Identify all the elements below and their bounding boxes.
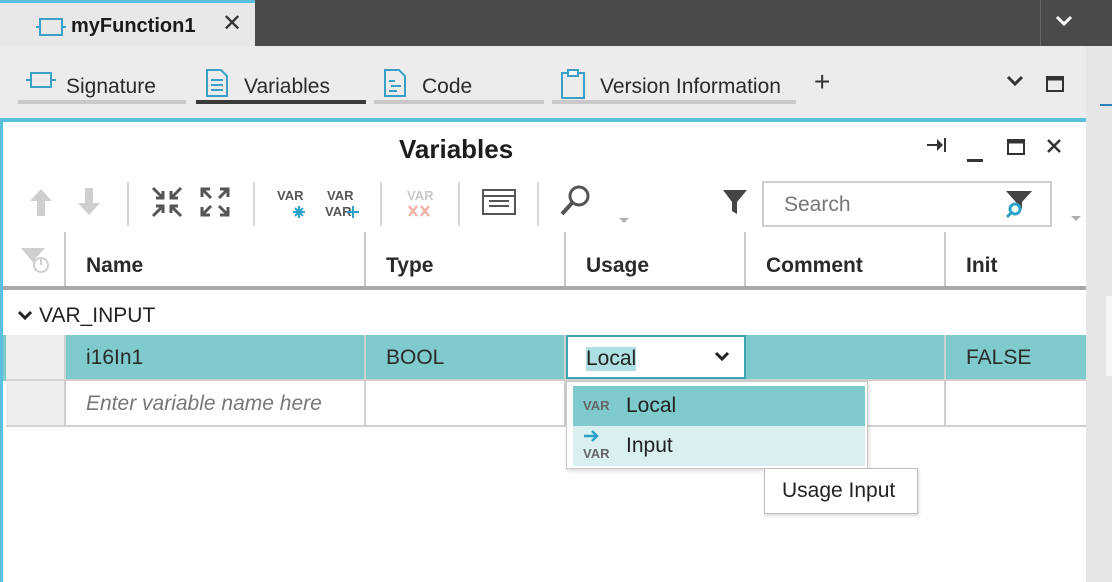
tab-signature-label: Signature [66,75,156,98]
panel-title: Variables [399,134,514,164]
usage-options-menu: VAR Local VAR Input [566,381,868,469]
column-header-type-label: Type [386,254,434,277]
move-up-icon[interactable] [29,187,53,222]
code-icon [382,69,408,102]
column-header-usage[interactable]: Usage [564,232,744,286]
usage-option-input-icon-text: VAR [583,446,610,461]
row-header[interactable] [6,335,66,381]
cell-init-text: FALSE [966,346,1032,369]
search-placeholder: Search [784,193,851,216]
tooltip: Usage Input [764,468,918,514]
var-icon-text: VAR [277,188,304,203]
add-var-icon[interactable]: VAR [275,186,313,225]
var-icon-text: VAR [407,188,434,203]
usage-option-input[interactable]: VAR Input [573,426,865,466]
editor-tab-bar: Signature Variables Code Version Informa… [0,46,1086,118]
tab-version-information-label: Version Information [600,75,781,98]
pin-icon[interactable] [927,137,949,158]
variables-icon [204,69,230,102]
chevron-down-icon[interactable] [17,304,33,321]
find-icon[interactable] [559,184,593,223]
usage-option-local-icon-text: VAR [583,398,610,413]
cell-name[interactable]: i16In1 [64,335,364,381]
clipboard-icon [560,69,586,104]
add-tab-button[interactable]: + [814,68,830,96]
usage-select-value: Local [586,347,637,371]
grid-header: Name Type Usage Comment Init [3,232,1086,290]
filter-icon[interactable] [721,188,749,221]
chevron-down-icon[interactable] [1006,74,1024,92]
add-var-multi-icon[interactable]: VAR VAR [323,186,361,225]
cell-type[interactable]: BOOL [364,335,564,381]
tab-version-information[interactable]: Version Information [552,68,796,104]
function-block-icon [36,16,66,43]
search-input[interactable]: Search [762,181,1052,227]
column-header-comment-label: Comment [766,254,863,277]
minimize-icon[interactable] [967,150,983,168]
usage-option-local-label: Local [626,394,677,417]
new-variable-row[interactable]: Enter variable name here [3,381,1086,427]
collapse-all-icon[interactable] [151,186,183,223]
cell-comment[interactable] [744,335,944,381]
column-header-init[interactable]: Init [944,232,1086,286]
group-row-var-input[interactable]: VAR_INPUT [17,304,155,328]
column-header-name[interactable]: Name [64,232,364,286]
column-header-init-label: Init [966,254,998,277]
close-icon[interactable]: ✕ [222,12,242,36]
tab-signature[interactable]: Signature [18,68,186,104]
new-variable-placeholder: Enter variable name here [86,392,322,415]
document-tab[interactable]: myFunction1 ✕ [0,0,255,46]
tab-code-label: Code [422,75,473,98]
close-panel-icon[interactable] [1046,138,1062,159]
tab-list-chevron-button[interactable] [1040,0,1086,46]
column-header-usage-label: Usage [586,254,650,277]
var-icon-text: VAR [327,188,354,203]
usage-select[interactable]: Local [566,335,746,379]
search-options-arrow[interactable] [1071,216,1081,221]
move-down-icon[interactable] [77,187,101,222]
usage-option-input-label: Input [626,434,673,457]
table-view-icon[interactable] [481,188,517,221]
tab-variables-label: Variables [244,75,330,98]
group-label: VAR_INPUT [39,304,156,327]
tooltip-text: Usage Input [782,479,896,502]
clear-filter-icon[interactable] [19,246,53,279]
new-variable-name-input[interactable]: Enter variable name here [64,381,364,427]
column-header-name-label: Name [86,254,144,277]
variables-panel: Variables VAR VAR VAR VAR Search Name Ty… [0,118,1086,582]
tab-variables[interactable]: Variables [196,68,366,104]
document-tab-bar: myFunction1 ✕ [0,0,1112,46]
var-input-icon: VAR [581,428,615,467]
chevron-down-icon[interactable] [714,350,730,368]
usage-option-local[interactable]: VAR Local [573,386,865,426]
column-header-type[interactable]: Type [364,232,564,286]
delete-var-icon[interactable]: VAR [403,186,441,225]
document-tab-title: myFunction1 [71,15,196,37]
chevron-down-icon [1055,15,1073,27]
signature-icon [26,69,56,98]
variables-toolbar: VAR VAR VAR VAR Search [3,176,1086,232]
cell-init[interactable]: FALSE [944,335,1086,381]
tab-code[interactable]: Code [374,68,544,104]
expand-all-icon[interactable] [199,186,231,223]
maximize-icon[interactable] [1046,76,1064,97]
row-header[interactable] [6,381,66,427]
maximize-panel-icon[interactable] [1007,139,1025,160]
table-row[interactable]: i16In1 BOOL FALSE [3,335,1086,381]
find-dropdown-arrow[interactable] [619,218,629,223]
var-local-icon: VAR [581,394,615,421]
side-dock-strip [1086,46,1112,582]
cell-name-text: i16In1 [86,346,144,369]
cell-type[interactable] [364,381,564,427]
cell-init[interactable] [944,381,1086,427]
search-filter-icon [1004,189,1034,224]
column-header-comment[interactable]: Comment [744,232,944,286]
cell-type-text: BOOL [386,346,445,369]
